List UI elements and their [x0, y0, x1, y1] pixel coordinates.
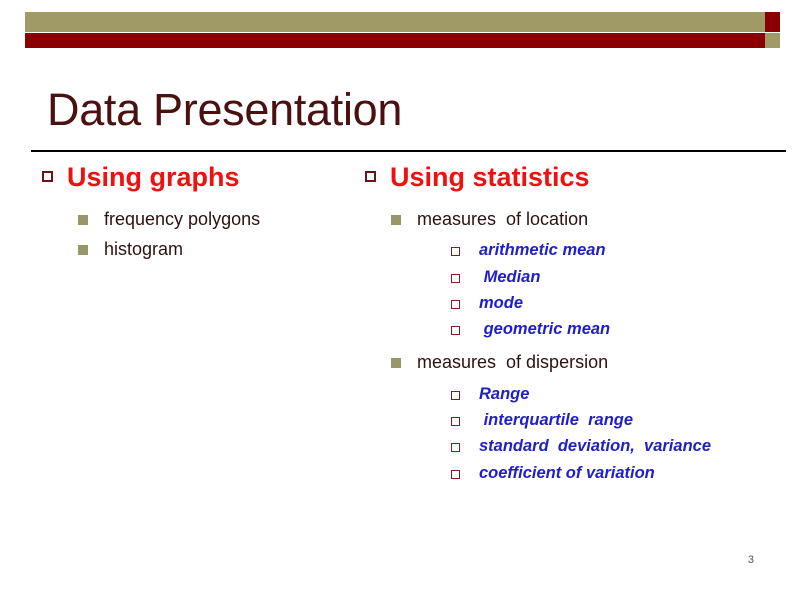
- square-filled-bullet-icon: [391, 358, 401, 369]
- list-item-label: Median: [479, 267, 541, 286]
- square-outline-small-bullet-icon: [451, 326, 460, 336]
- title-divider: [31, 150, 786, 152]
- list-item: Range: [451, 383, 785, 405]
- list-item-label: measures of location: [417, 209, 589, 230]
- header-bar-bottom-row: [25, 33, 780, 48]
- square-filled-bullet-icon: [78, 215, 88, 226]
- list-item-label: measures of dispersion: [417, 352, 609, 373]
- square-outline-small-bullet-icon: [451, 469, 460, 479]
- square-outline-small-bullet-icon: [451, 443, 460, 453]
- list-item: histogram: [78, 237, 362, 261]
- list-item: geometric mean: [451, 318, 785, 340]
- square-outline-small-bullet-icon: [451, 416, 460, 426]
- header-bar-olive-long: [25, 12, 765, 32]
- list-item-label: histogram: [104, 239, 184, 260]
- list-item-label: geometric mean: [479, 320, 611, 339]
- square-outline-bullet-icon: [42, 171, 53, 182]
- column-right: Using statistics measures of location ar…: [365, 162, 785, 494]
- header-decoration: [25, 12, 780, 48]
- header-bar-olive-cap: [765, 33, 780, 48]
- list-item-label: standard deviation, variance: [479, 437, 711, 456]
- square-outline-small-bullet-icon: [451, 390, 460, 400]
- section-heading-label: Using statistics: [390, 162, 590, 192]
- square-outline-small-bullet-icon: [451, 273, 460, 283]
- list-item-label: interquartile range: [479, 410, 634, 429]
- list-item-label: coefficient of variation: [479, 463, 655, 482]
- section-heading-using-statistics: Using statistics: [365, 162, 785, 193]
- column-left: Using graphs frequency polygons histogra…: [42, 162, 362, 268]
- list-item: mode: [451, 292, 785, 314]
- square-outline-small-bullet-icon: [451, 299, 460, 309]
- header-bar-maroon-cap: [765, 12, 780, 32]
- header-bar-top-row: [25, 12, 780, 32]
- right-sub-list: measures of location arithmetic mean Med…: [391, 207, 785, 484]
- square-outline-bullet-icon: [365, 171, 376, 182]
- list-item: arithmetic mean: [451, 239, 785, 261]
- section-heading-label: Using graphs: [67, 162, 240, 192]
- list-item: frequency polygons: [78, 207, 362, 231]
- square-filled-bullet-icon: [78, 245, 88, 256]
- list-item: measures of dispersion: [391, 350, 785, 374]
- list-item-label: mode: [479, 293, 524, 312]
- list-item-label: Range: [479, 384, 530, 403]
- page-title: Data Presentation: [47, 84, 403, 135]
- list-item: measures of location: [391, 207, 785, 231]
- measures-of-dispersion-sublist: Range interquartile range standard devia…: [451, 383, 785, 484]
- square-outline-small-bullet-icon: [451, 247, 460, 257]
- list-item: interquartile range: [451, 409, 785, 431]
- list-item-label: arithmetic mean: [479, 241, 606, 260]
- section-heading-using-graphs: Using graphs: [42, 162, 362, 193]
- list-item: coefficient of variation: [451, 462, 785, 484]
- slide-canvas: { "slide": { "title": "Data Presentation…: [0, 0, 800, 600]
- list-item: Median: [451, 266, 785, 288]
- list-item: standard deviation, variance: [451, 435, 785, 457]
- measures-of-location-sublist: arithmetic mean Median mode geometric me…: [451, 239, 785, 340]
- left-sub-list: frequency polygons histogram: [78, 207, 362, 262]
- slide-page-number: 3: [747, 554, 754, 566]
- square-filled-bullet-icon: [391, 215, 401, 226]
- list-item-label: frequency polygons: [104, 209, 261, 230]
- header-bar-maroon-long: [25, 33, 765, 48]
